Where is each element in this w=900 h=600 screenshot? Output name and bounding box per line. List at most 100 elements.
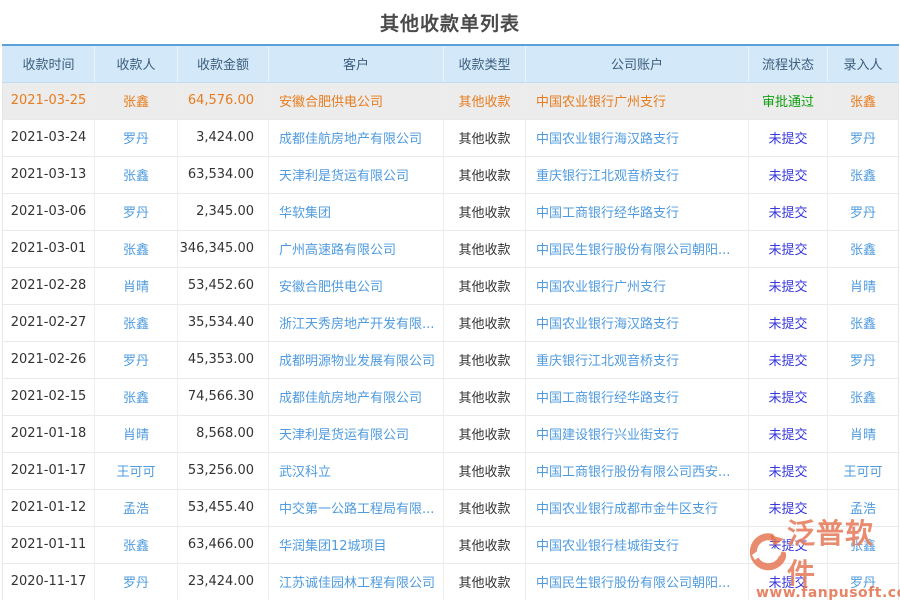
entry-person-cell[interactable]: 肖晴 <box>828 267 899 304</box>
receipt-type-cell: 其他收款 <box>444 230 526 267</box>
company-account-cell[interactable]: 中国农业银行海汉路支行 <box>526 119 749 156</box>
table-row[interactable]: 2021-02-15张鑫74,566.30成都佳航房地产有限公司其他收款中国工商… <box>3 378 899 415</box>
title-bar: 其他收款单列表 <box>0 0 900 44</box>
status-cell[interactable]: 未提交 <box>749 378 828 415</box>
receipt-type-cell: 其他收款 <box>444 563 526 600</box>
payee-cell[interactable]: 罗丹 <box>95 119 178 156</box>
table-row[interactable]: 2021-03-25张鑫64,576.00安徽合肥供电公司其他收款中国农业银行广… <box>3 82 899 119</box>
payee-cell[interactable]: 张鑫 <box>95 304 178 341</box>
entry-person-cell[interactable]: 肖晴 <box>828 415 899 452</box>
page-title: 其他收款单列表 <box>380 9 520 36</box>
payee-cell[interactable]: 孟浩 <box>95 489 178 526</box>
table-row[interactable]: 2021-03-24罗丹3,424.00成都佳航房地产有限公司其他收款中国农业银… <box>3 119 899 156</box>
status-cell[interactable]: 未提交 <box>749 193 828 230</box>
entry-person-cell[interactable]: 罗丹 <box>828 341 899 378</box>
payee-cell[interactable]: 罗丹 <box>95 341 178 378</box>
entry-person-cell[interactable]: 张鑫 <box>828 82 899 119</box>
customer-cell[interactable]: 安徽合肥供电公司 <box>269 82 444 119</box>
customer-cell[interactable]: 安徽合肥供电公司 <box>269 267 444 304</box>
status-cell[interactable]: 未提交 <box>749 230 828 267</box>
customer-cell[interactable]: 广州高速路有限公司 <box>269 230 444 267</box>
customer-cell[interactable]: 华软集团 <box>269 193 444 230</box>
amount-cell: 74,566.30 <box>178 378 269 415</box>
company-account-cell[interactable]: 中国民生银行股份有限公司朝阳... <box>526 563 749 600</box>
receipts-table-header: 收款时间 收款人 收款金额 客户 收款类型 公司账户 流程状态 录入人 <box>3 45 899 82</box>
company-account-cell[interactable]: 中国农业银行桂城街支行 <box>526 526 749 563</box>
payee-cell[interactable]: 张鑫 <box>95 230 178 267</box>
customer-cell[interactable]: 成都佳航房地产有限公司 <box>269 119 444 156</box>
customer-cell[interactable]: 华润集团12城项目 <box>269 526 444 563</box>
status-cell[interactable]: 未提交 <box>749 267 828 304</box>
company-account-cell[interactable]: 中国农业银行成都市金牛区支行 <box>526 489 749 526</box>
amount-cell: 64,576.00 <box>178 82 269 119</box>
table-row[interactable]: 2021-02-27张鑫35,534.40浙江天秀房地产开发有限...其他收款中… <box>3 304 899 341</box>
receipt-date-cell: 2021-03-24 <box>3 119 95 156</box>
entry-person-cell[interactable]: 张鑫 <box>828 304 899 341</box>
table-row[interactable]: 2020-11-17罗丹23,424.00江苏诚佳园林工程有限公司其他收款中国民… <box>3 563 899 600</box>
table-row[interactable]: 2021-03-01张鑫346,345.00广州高速路有限公司其他收款中国民生银… <box>3 230 899 267</box>
entry-person-cell[interactable]: 王可可 <box>828 452 899 489</box>
table-row[interactable]: 2021-01-12孟浩53,455.40中交第一公路工程局有限...其他收款中… <box>3 489 899 526</box>
payee-cell[interactable]: 张鑫 <box>95 82 178 119</box>
status-cell[interactable]: 未提交 <box>749 304 828 341</box>
company-account-cell[interactable]: 中国工商银行经华路支行 <box>526 378 749 415</box>
status-cell[interactable]: 未提交 <box>749 563 828 600</box>
customer-cell[interactable]: 江苏诚佳园林工程有限公司 <box>269 563 444 600</box>
payee-cell[interactable]: 肖晴 <box>95 267 178 304</box>
payee-cell[interactable]: 张鑫 <box>95 526 178 563</box>
payee-cell[interactable]: 王可可 <box>95 452 178 489</box>
customer-cell[interactable]: 浙江天秀房地产开发有限... <box>269 304 444 341</box>
status-cell[interactable]: 未提交 <box>749 526 828 563</box>
company-account-cell[interactable]: 中国农业银行广州支行 <box>526 82 749 119</box>
col-header-company-account: 公司账户 <box>526 45 749 82</box>
table-row[interactable]: 2021-01-18肖晴8,568.00天津利是货运有限公司其他收款中国建设银行… <box>3 415 899 452</box>
receipt-date-cell: 2020-11-17 <box>3 563 95 600</box>
customer-cell[interactable]: 天津利是货运有限公司 <box>269 156 444 193</box>
table-row[interactable]: 2021-01-11张鑫63,466.00华润集团12城项目其他收款中国农业银行… <box>3 526 899 563</box>
payee-cell[interactable]: 罗丹 <box>95 563 178 600</box>
company-account-cell[interactable]: 中国民生银行股份有限公司朝阳... <box>526 230 749 267</box>
company-account-cell[interactable]: 中国工商银行股份有限公司西安... <box>526 452 749 489</box>
payee-cell[interactable]: 罗丹 <box>95 193 178 230</box>
status-cell[interactable]: 未提交 <box>749 489 828 526</box>
customer-cell[interactable]: 天津利是货运有限公司 <box>269 415 444 452</box>
table-row[interactable]: 2021-01-17王可可53,256.00武汉科立其他收款中国工商银行股份有限… <box>3 452 899 489</box>
table-row[interactable]: 2021-03-06罗丹2,345.00华软集团其他收款中国工商银行经华路支行未… <box>3 193 899 230</box>
entry-person-cell[interactable]: 张鑫 <box>828 378 899 415</box>
entry-person-cell[interactable]: 张鑫 <box>828 230 899 267</box>
status-cell[interactable]: 未提交 <box>749 452 828 489</box>
entry-person-cell[interactable]: 罗丹 <box>828 563 899 600</box>
table-row[interactable]: 2021-03-13张鑫63,534.00天津利是货运有限公司其他收款重庆银行江… <box>3 156 899 193</box>
amount-cell: 63,466.00 <box>178 526 269 563</box>
company-account-cell[interactable]: 中国工商银行经华路支行 <box>526 193 749 230</box>
customer-cell[interactable]: 武汉科立 <box>269 452 444 489</box>
entry-person-cell[interactable]: 张鑫 <box>828 526 899 563</box>
company-account-cell[interactable]: 重庆银行江北观音桥支行 <box>526 156 749 193</box>
status-cell[interactable]: 未提交 <box>749 341 828 378</box>
payee-cell[interactable]: 肖晴 <box>95 415 178 452</box>
customer-cell[interactable]: 成都佳航房地产有限公司 <box>269 378 444 415</box>
receipt-date-cell: 2021-01-18 <box>3 415 95 452</box>
status-cell[interactable]: 审批通过 <box>749 82 828 119</box>
entry-person-cell[interactable]: 罗丹 <box>828 119 899 156</box>
company-account-cell[interactable]: 中国农业银行广州支行 <box>526 267 749 304</box>
entry-person-cell[interactable]: 孟浩 <box>828 489 899 526</box>
receipt-type-cell: 其他收款 <box>444 378 526 415</box>
table-row[interactable]: 2021-02-28肖晴53,452.60安徽合肥供电公司其他收款中国农业银行广… <box>3 267 899 304</box>
company-account-cell[interactable]: 中国建设银行兴业街支行 <box>526 415 749 452</box>
payee-cell[interactable]: 张鑫 <box>95 378 178 415</box>
payee-cell[interactable]: 张鑫 <box>95 156 178 193</box>
status-cell[interactable]: 未提交 <box>749 156 828 193</box>
table-row[interactable]: 2021-02-26罗丹45,353.00成都明源物业发展有限公司其他收款重庆银… <box>3 341 899 378</box>
status-cell[interactable]: 未提交 <box>749 119 828 156</box>
receipt-type-cell: 其他收款 <box>444 82 526 119</box>
company-account-cell[interactable]: 中国农业银行海汉路支行 <box>526 304 749 341</box>
receipt-type-cell: 其他收款 <box>444 489 526 526</box>
customer-cell[interactable]: 成都明源物业发展有限公司 <box>269 341 444 378</box>
receipt-date-cell: 2021-01-11 <box>3 526 95 563</box>
customer-cell[interactable]: 中交第一公路工程局有限... <box>269 489 444 526</box>
entry-person-cell[interactable]: 罗丹 <box>828 193 899 230</box>
status-cell[interactable]: 未提交 <box>749 415 828 452</box>
company-account-cell[interactable]: 重庆银行江北观音桥支行 <box>526 341 749 378</box>
entry-person-cell[interactable]: 张鑫 <box>828 156 899 193</box>
